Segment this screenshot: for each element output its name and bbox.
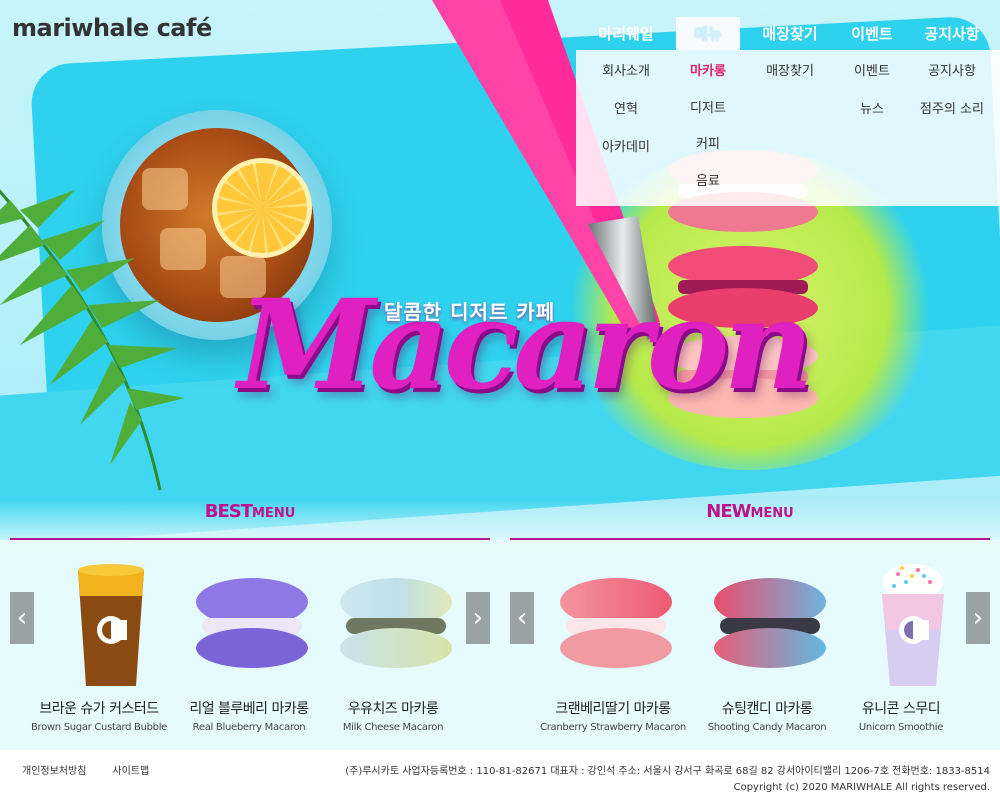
product-name-en: Milk Cheese Macaron <box>342 722 444 733</box>
product-name-en: Cranberry Strawberry Macaron <box>540 722 686 733</box>
submenu-item-academy[interactable]: 아카데미 <box>602 136 650 174</box>
submenu-item-event[interactable]: 이벤트 <box>854 60 890 98</box>
submenu-item-company[interactable]: 회사소개 <box>602 60 650 98</box>
footer: 개인정보처방침 사이트맵 (주)루시카토 사업자등록번호 : 110-81-82… <box>0 750 1000 800</box>
nav-mariwhale[interactable]: 마리웨일 <box>576 17 676 50</box>
product-card[interactable]: 리얼 블루베리 마카롱 Real Blueberry Macaron <box>174 560 324 733</box>
new-menu-section: NEWMENU <box>510 498 990 538</box>
company-info: (주)루시카토 사업자등록번호 : 110-81-82671 대표자 : 강인석… <box>345 766 990 777</box>
best-menu-title: BESTMENU <box>204 501 296 522</box>
best-next-arrow[interactable]: › <box>466 592 490 644</box>
product-card[interactable]: 유니콘 스무디 Unicorn Smoothie <box>826 560 976 733</box>
new-menu-title: NEWMENU <box>706 501 794 522</box>
product-name-en: Real Blueberry Macaron <box>192 722 306 733</box>
product-card[interactable]: 브라운 슈가 커스터드 Brown Sugar Custard Bubble <box>24 560 174 733</box>
privacy-policy-link[interactable]: 개인정보처방침 <box>22 762 86 777</box>
best-menu-section: BESTMENU <box>10 498 490 538</box>
chevron-left-icon: ‹ <box>516 603 528 633</box>
nav-event[interactable]: 이벤트 <box>840 17 904 50</box>
submenu-item-store-finder[interactable]: 매장찾기 <box>766 60 814 98</box>
nav-menu[interactable]: 메뉴 <box>676 17 740 50</box>
product-name-en: Unicorn Smoothie <box>858 722 944 733</box>
submenu-item-owner-voice[interactable]: 점주의 소리 <box>920 98 984 136</box>
product-name-kr: 유니콘 스무디 <box>861 701 941 717</box>
main-nav: 마리웨일 메뉴 매장찾기 이벤트 공지사항 <box>576 17 1000 50</box>
product-name-kr: 브라운 슈가 커스터드 <box>39 701 159 717</box>
product-name-en: Shooting Candy Macaron <box>707 722 827 733</box>
new-divider <box>510 538 990 540</box>
submenu-item-macaron[interactable]: 마카롱 <box>690 60 726 97</box>
chevron-right-icon: › <box>472 603 484 633</box>
submenu-col-event: 이벤트 뉴스 <box>840 50 904 206</box>
product-name-kr: 크랜베리딸기 마카롱 <box>555 701 671 717</box>
submenu-col-menu: 마카롱 디저트 커피 음료 <box>676 50 740 206</box>
submenu-item-history[interactable]: 연혁 <box>614 98 638 136</box>
product-name-kr: 우유치즈 마카롱 <box>347 701 439 717</box>
hero-tagline: 달콤한 디저트 카페 <box>384 300 556 324</box>
submenu-item-notice[interactable]: 공지사항 <box>928 60 976 98</box>
dropdown-submenu: 회사소개 연혁 아카데미 마카롱 디저트 커피 음료 매장찾기 이벤트 뉴스 공… <box>576 50 1000 206</box>
submenu-item-coffee[interactable]: 커피 <box>696 133 720 170</box>
product-name-kr: 리얼 블루베리 마카롱 <box>189 701 309 717</box>
bubble-tea-cup-icon <box>78 564 144 686</box>
lemon-slice-icon <box>212 158 312 258</box>
blueberry-macaron-image <box>196 578 308 674</box>
submenu-item-beverage[interactable]: 음료 <box>696 170 720 207</box>
submenu-col-mariwhale: 회사소개 연혁 아카데미 <box>576 50 676 206</box>
product-card[interactable]: 우유치즈 마카롱 Milk Cheese Macaron <box>318 560 468 733</box>
unicorn-smoothie-cup-icon <box>882 564 944 686</box>
submenu-item-news[interactable]: 뉴스 <box>860 98 884 136</box>
product-card[interactable]: 슈팅캔디 마카롱 Shooting Candy Macaron <box>692 560 842 733</box>
sitemap-link[interactable]: 사이트맵 <box>112 762 149 777</box>
submenu-col-notice: 공지사항 점주의 소리 <box>904 50 1000 206</box>
best-divider <box>10 538 490 540</box>
copyright: Copyright (c) 2020 MARIWHALE All rights … <box>733 782 990 793</box>
product-card[interactable]: 크랜베리딸기 마카롱 Cranberry Strawberry Macaron <box>538 560 688 733</box>
product-name-kr: 슈팅캔디 마카롱 <box>721 701 813 717</box>
cranberry-strawberry-macaron-image <box>560 578 672 674</box>
shooting-candy-macaron-image <box>714 578 826 674</box>
nav-store-finder[interactable]: 매장찾기 <box>740 17 840 50</box>
submenu-col-store: 매장찾기 <box>740 50 840 206</box>
new-prev-arrow[interactable]: ‹ <box>510 592 534 644</box>
site-logo[interactable]: mariwhale café <box>12 14 212 42</box>
footer-links: 개인정보처방침 사이트맵 <box>22 762 149 777</box>
submenu-item-dessert[interactable]: 디저트 <box>690 97 726 134</box>
nav-notice[interactable]: 공지사항 <box>904 17 1000 50</box>
product-name-en: Brown Sugar Custard Bubble <box>30 722 168 733</box>
palm-leaf-icon <box>0 189 185 491</box>
milk-cheese-macaron-image <box>340 578 452 674</box>
